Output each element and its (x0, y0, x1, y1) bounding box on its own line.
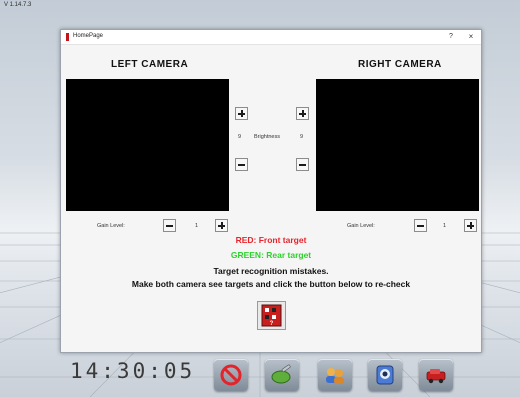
right-gain-minus-button[interactable] (414, 219, 427, 232)
version-label: V 1.14.7.3 (4, 2, 32, 8)
homepage-dialog: HomePage ? × LEFT CAMERA RIGHT CAMERA 9 … (60, 29, 482, 353)
left-gain-plus-button[interactable] (215, 219, 228, 232)
red-target-message: RED: Front target (235, 235, 307, 245)
app-icon (66, 33, 69, 41)
users-button[interactable] (318, 359, 352, 391)
clock: 14:30:05 (70, 359, 196, 383)
close-button[interactable]: × (465, 31, 477, 43)
plus-icon-vertical (221, 222, 223, 229)
left-gain-label: Gain Level: (97, 223, 125, 229)
car-lift-icon (426, 369, 446, 384)
recognition-error-message: Target recognition mistakes. (213, 266, 329, 276)
svg-text:?: ? (270, 321, 274, 327)
left-camera-title: LEFT CAMERA (111, 59, 189, 70)
stop-icon (220, 364, 242, 386)
recheck-button[interactable]: ? (257, 301, 286, 330)
left-gain-minus-button[interactable] (163, 219, 176, 232)
left-brightness-minus-button[interactable] (235, 158, 248, 171)
brightness-label: Brightness (254, 134, 280, 140)
users-icon (326, 368, 344, 384)
minus-icon (166, 225, 173, 227)
left-camera-view (66, 79, 229, 211)
plus-icon-vertical (302, 110, 304, 117)
right-gain-plus-button[interactable] (464, 219, 477, 232)
recheck-instruction-message: Make both camera see targets and click t… (131, 279, 411, 289)
minus-icon (299, 164, 306, 166)
right-brightness-plus-button[interactable] (296, 107, 309, 120)
right-camera-title: RIGHT CAMERA (358, 59, 442, 70)
left-brightness-value: 9 (238, 134, 242, 140)
right-camera-view (316, 79, 479, 211)
green-target-message: GREEN: Rear target (230, 250, 312, 260)
plus-icon-vertical (470, 222, 472, 229)
lift-button[interactable] (419, 359, 453, 391)
minus-icon (417, 225, 424, 227)
left-gain-value: 1 (195, 223, 199, 229)
wrench-icon (271, 364, 291, 384)
right-gain-value: 1 (443, 223, 447, 229)
left-brightness-plus-button[interactable] (235, 107, 248, 120)
right-gain-label: Gain Level: (347, 223, 375, 229)
help-button[interactable]: ? (445, 31, 457, 43)
stop-button[interactable] (214, 359, 248, 391)
recheck-icon: ? (261, 304, 282, 327)
right-brightness-minus-button[interactable] (296, 158, 309, 171)
plus-icon-vertical (241, 110, 243, 117)
tools-button[interactable] (265, 359, 299, 391)
minus-icon (238, 164, 245, 166)
title-bar: HomePage ? × (61, 30, 481, 45)
camera-icon (376, 365, 394, 385)
camera-button[interactable] (368, 359, 402, 391)
dialog-title: HomePage (73, 33, 104, 39)
right-brightness-value: 9 (300, 134, 304, 140)
